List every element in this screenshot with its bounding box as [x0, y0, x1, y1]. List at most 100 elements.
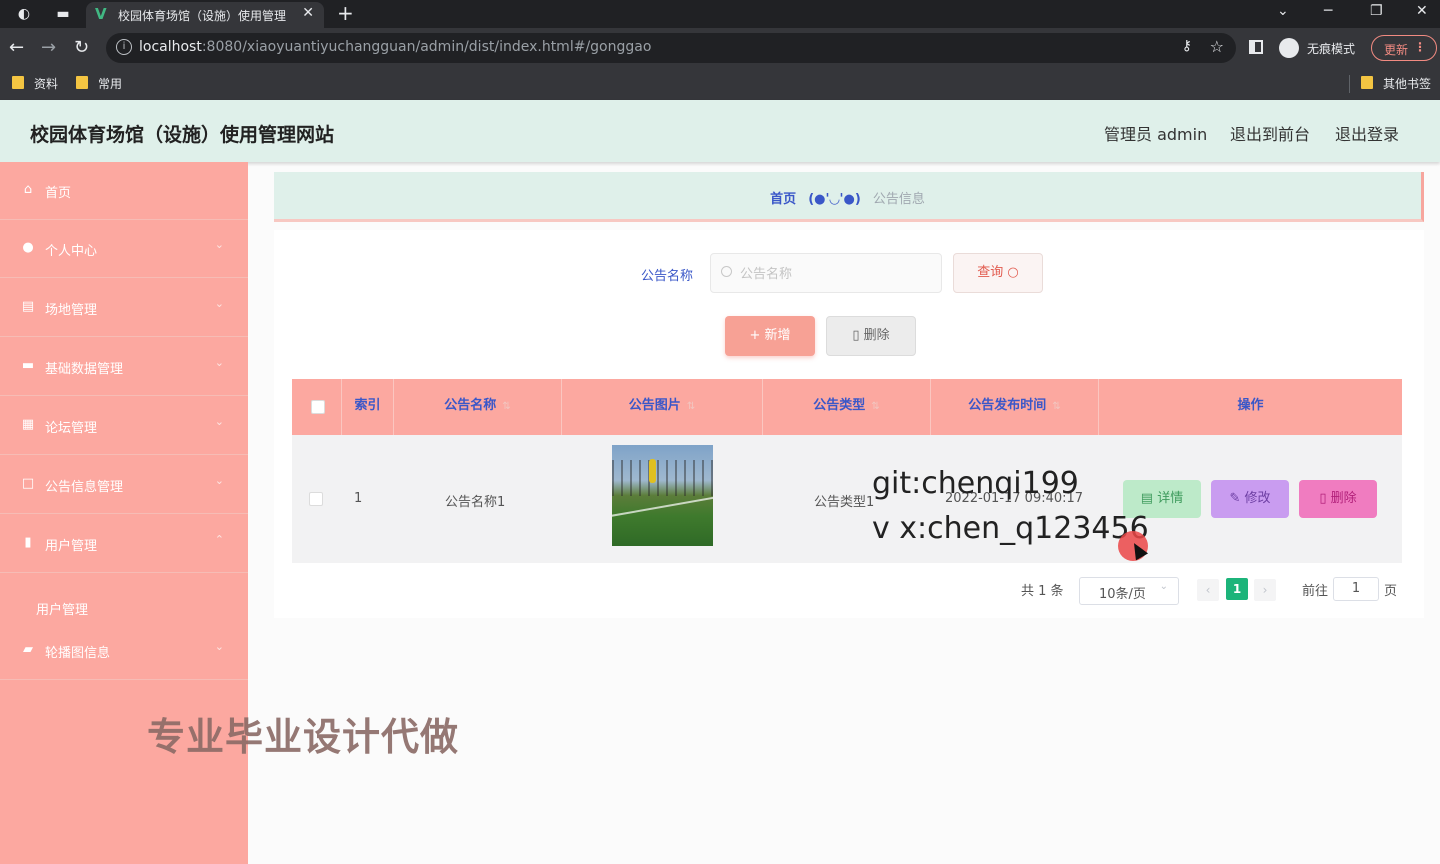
close-tab-icon[interactable]: ✕	[302, 5, 314, 21]
chart-icon: ▮	[24, 535, 32, 550]
bookmark-star-icon[interactable]: ☆	[1210, 37, 1224, 56]
new-tab-icon[interactable]: +	[337, 1, 354, 25]
sidebar-item-label: 用户管理	[45, 539, 98, 554]
submenu-item-label: 用户管理	[36, 603, 89, 618]
watermark-banner: 专业毕业设计代做	[147, 715, 460, 759]
home-icon: ⌂	[23, 182, 33, 197]
search-input[interactable]	[740, 264, 930, 284]
select-all-checkbox[interactable]	[311, 400, 325, 414]
next-page-icon[interactable]: ›	[1254, 579, 1276, 601]
table-row: 1 公告名称1 公告类型1 2022-01-17 09:40:17 ▤ 详情 ✎…	[292, 435, 1402, 563]
header-select-all-cell	[292, 379, 342, 435]
sidebar-item-notice[interactable]: □ 公告信息管理 ⌄	[0, 456, 248, 514]
globe-icon[interactable]: ◐	[15, 5, 33, 23]
vue-logo-icon: V	[95, 5, 107, 23]
column-header-type[interactable]: 公告类型 ⇅	[763, 379, 931, 435]
update-button[interactable]: 更新 ⋮	[1371, 35, 1437, 61]
bookmark-folder-ziliao[interactable]: 资料	[12, 75, 58, 92]
breadcrumb-bar: 首页 (●'◡'●) 公告信息	[274, 172, 1424, 222]
column-header-image[interactable]: 公告图片 ⇅	[562, 379, 763, 435]
minimize-icon[interactable]: ─	[1324, 3, 1332, 19]
plus-icon: +	[749, 328, 761, 343]
logout-link[interactable]: 退出登录	[1335, 121, 1399, 145]
page-unit-label: 页	[1384, 584, 1398, 599]
site-info-icon[interactable]: i	[116, 39, 132, 55]
sidebar-item-users[interactable]: ▮ 用户管理 ⌃	[0, 515, 248, 573]
breadcrumb-current: 公告信息	[872, 192, 925, 207]
breadcrumb: 首页 (●'◡'●) 公告信息	[274, 188, 1421, 207]
chevron-down-icon: ⌄	[214, 297, 224, 310]
sort-icon: ⇅	[871, 401, 880, 412]
sidebar-item-home[interactable]: ⌂ 首页	[0, 162, 248, 220]
column-header-index: 索引	[342, 379, 394, 435]
column-header-name[interactable]: 公告名称 ⇅	[394, 379, 562, 435]
watermark-wechat: v x:chen_q123456	[872, 511, 1149, 546]
omnibox[interactable]: i localhost:8080/xiaoyuantiyuchangguan/a…	[106, 33, 1236, 63]
breadcrumb-home[interactable]: 首页	[770, 192, 796, 207]
add-button[interactable]: + 新增	[725, 316, 815, 356]
row-delete-button[interactable]: ▯ 删除	[1299, 480, 1377, 518]
tab-list-icon[interactable]: ⌄	[1277, 3, 1289, 19]
user-icon: ●	[22, 240, 34, 255]
column-header-actions: 操作	[1237, 398, 1264, 413]
notice-table: 索引 公告名称 ⇅ 公告图片 ⇅ 公告类型 ⇅ 公告发布时间 ⇅ 操作 1 公告名称1 …	[292, 379, 1402, 563]
chevron-down-icon: ⌄	[214, 356, 224, 369]
exit-to-frontend-link[interactable]: 退出到前台	[1230, 121, 1310, 145]
sidebar-item-label: 轮播图信息	[45, 646, 111, 661]
search-label: 公告名称	[641, 269, 694, 284]
bulk-delete-button[interactable]: ▯ 删除	[826, 316, 916, 356]
side-panel-icon[interactable]	[1249, 40, 1263, 54]
column-header-time[interactable]: 公告发布时间 ⇅	[931, 379, 1099, 435]
sidebar-item-label: 公告信息管理	[45, 480, 124, 495]
search-icon	[721, 266, 732, 277]
edit-button[interactable]: ✎ 修改	[1211, 480, 1289, 518]
briefcase-icon: ▰	[23, 642, 33, 657]
page-number-current[interactable]: 1	[1226, 578, 1248, 600]
back-icon[interactable]: ←	[9, 37, 24, 58]
password-key-icon[interactable]: ⚷	[1182, 38, 1192, 54]
close-window-icon[interactable]: ✕	[1416, 3, 1428, 19]
tab-title: 校园体育场馆（设施）使用管理	[118, 9, 287, 23]
sidebar-item-venue[interactable]: ▤ 场地管理 ⌄	[0, 279, 248, 337]
search-field[interactable]	[710, 253, 942, 293]
bookmark-folder-changyong[interactable]: 常用	[76, 75, 122, 92]
query-button[interactable]: 查询 ○	[953, 253, 1043, 293]
incognito-icon[interactable]	[1279, 38, 1299, 58]
app-header: 校园体育场馆（设施）使用管理网站 管理员 admin 退出到前台 退出登录	[0, 100, 1440, 162]
trash-icon: ▯	[1319, 491, 1327, 506]
browser-tab-bar: ◐ ▬ V 校园体育场馆（设施）使用管理 ✕ + ⌄ ─ ❐ ✕	[0, 0, 1440, 28]
prev-page-icon[interactable]: ‹	[1197, 579, 1219, 601]
sidebar-item-base-data[interactable]: ▬ 基础数据管理 ⌄	[0, 338, 248, 396]
square-icon: □	[21, 476, 35, 491]
tab-search-icon[interactable]: ▬	[54, 5, 72, 23]
admin-user-label: 管理员 admin	[1104, 125, 1208, 144]
pagination-total: 共 1 条	[1021, 584, 1064, 599]
ticket-icon: ▬	[21, 358, 35, 373]
sidebar-item-forum[interactable]: ▦ 论坛管理 ⌄	[0, 397, 248, 455]
goto-label: 前往	[1302, 584, 1329, 599]
browser-tab[interactable]: V 校园体育场馆（设施）使用管理 ✕	[86, 2, 324, 28]
row-checkbox[interactable]	[309, 492, 323, 506]
menu-dots-icon: ⋮	[1414, 40, 1426, 54]
page-size-select[interactable]: 10条/页 ⌄	[1079, 577, 1179, 605]
address-bar-row: ← → ↻ i localhost:8080/xiaoyuantiyuchang…	[0, 28, 1440, 68]
sidebar-item-carousel[interactable]: ▰ 轮播图信息 ⌄	[0, 622, 248, 680]
sidebar-item-personal-center[interactable]: ● 个人中心 ⌄	[0, 220, 248, 278]
sidebar-item-label: 首页	[45, 186, 72, 201]
notice-image[interactable]	[612, 445, 713, 546]
chevron-down-icon: ⌄	[1159, 581, 1168, 592]
goto-page-input[interactable]: 1	[1333, 577, 1379, 601]
watermark-git: git:chenqi199	[872, 466, 1079, 501]
grid-icon: ▦	[21, 417, 35, 432]
url-text[interactable]: localhost:8080/xiaoyuantiyuchangguan/adm…	[139, 39, 651, 55]
search-icon: ○	[1007, 265, 1019, 280]
forward-icon[interactable]: →	[41, 37, 56, 58]
reload-icon[interactable]: ↻	[74, 37, 89, 58]
bookmarks-divider	[1349, 75, 1350, 93]
restore-icon[interactable]: ❐	[1370, 3, 1383, 19]
chevron-down-icon: ⌄	[214, 640, 224, 653]
edit-icon: ✎	[1229, 491, 1241, 506]
sort-icon: ⇅	[686, 401, 696, 412]
bookmark-folder-other[interactable]: 其他书签	[1361, 75, 1431, 92]
sort-icon: ⇅	[502, 401, 511, 412]
